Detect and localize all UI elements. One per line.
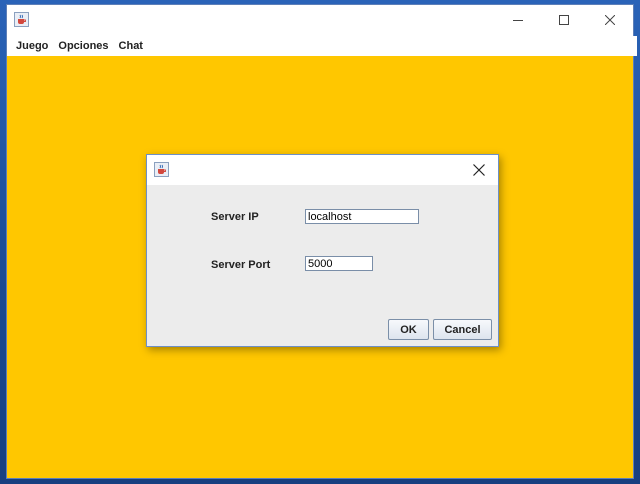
dialog-titlebar[interactable] [147,155,498,185]
minimize-button[interactable] [495,5,541,35]
menu-opciones[interactable]: Opciones [53,36,113,56]
maximize-button[interactable] [541,5,587,35]
dialog-close-button[interactable] [464,155,494,185]
cancel-button[interactable]: Cancel [433,319,492,340]
content-area: Server IP Server Port OK Cancel [7,56,633,478]
server-ip-input[interactable] [305,209,419,224]
ok-button[interactable]: OK [388,319,429,340]
java-cup-icon [154,162,169,177]
main-window: Juego Opciones Chat Server IP Server [7,5,637,478]
menu-chat[interactable]: Chat [114,36,148,56]
menu-juego[interactable]: Juego [11,36,53,56]
menu-bar: Juego Opciones Chat [7,36,637,56]
server-ip-label: Server IP [211,211,259,223]
close-icon [473,164,485,176]
server-port-label: Server Port [211,259,271,271]
server-connection-dialog: Server IP Server Port OK Cancel [146,154,499,347]
close-button[interactable] [587,5,633,35]
server-port-input[interactable] [305,256,373,271]
window-titlebar[interactable] [7,5,633,35]
java-cup-icon[interactable] [14,12,29,27]
